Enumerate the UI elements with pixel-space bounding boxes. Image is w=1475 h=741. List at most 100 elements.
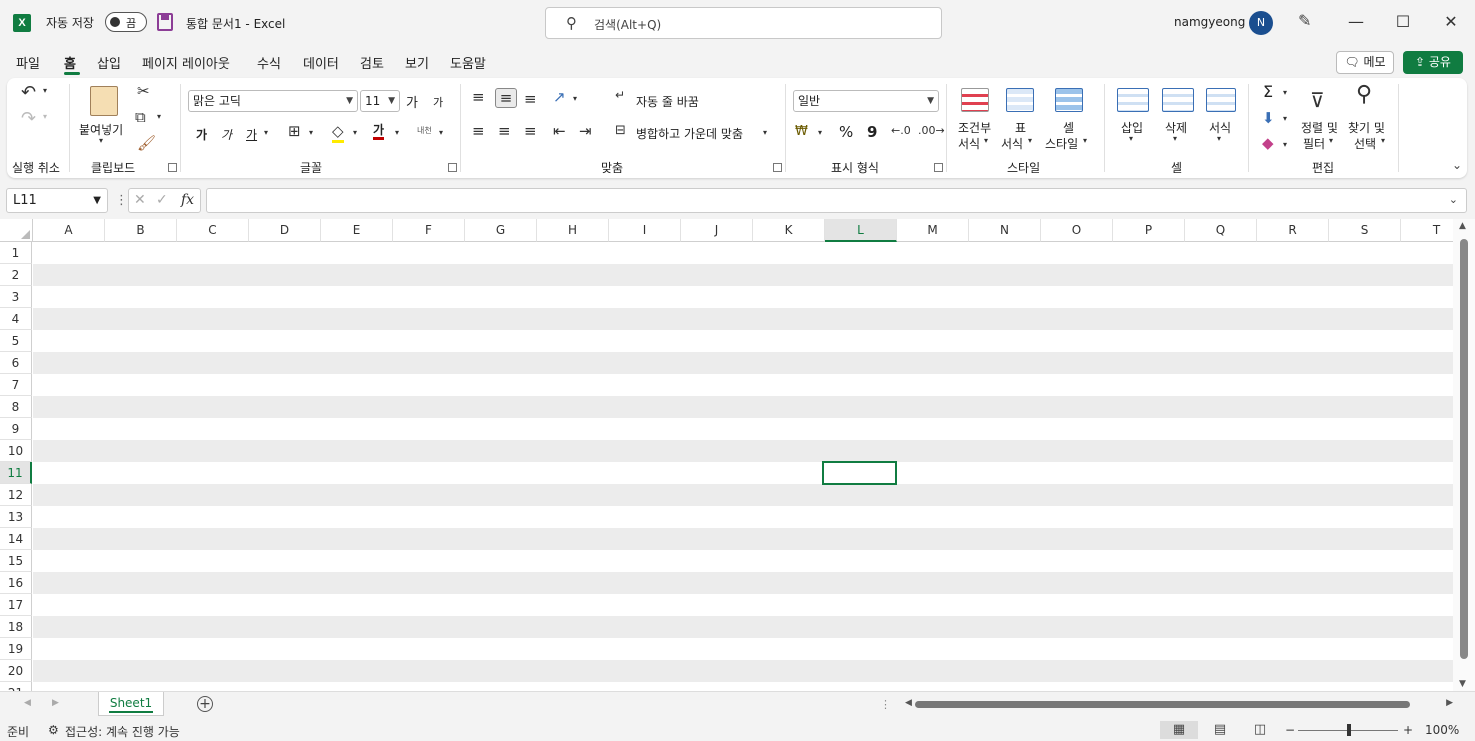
collapse-ribbon-icon[interactable]: ⌄ — [1452, 158, 1462, 172]
chevron-down-icon[interactable]: ▾ — [43, 112, 47, 121]
dialog-launcher-icon[interactable] — [773, 163, 782, 172]
decrease-decimal-icon[interactable]: .00→ — [918, 124, 945, 137]
tab-review[interactable]: 검토 — [360, 53, 384, 72]
row-header[interactable]: 9 — [0, 418, 32, 440]
sheet-tab-sheet1[interactable]: Sheet1 — [98, 692, 164, 716]
align-middle-icon[interactable]: ≡ — [495, 88, 517, 108]
scroll-up-icon[interactable]: ▲ — [1459, 221, 1466, 231]
zoom-in-button[interactable]: + — [1403, 723, 1413, 737]
maximize-button[interactable]: ☐ — [1393, 12, 1413, 31]
row-header[interactable]: 15 — [0, 550, 32, 572]
chevron-down-icon[interactable]: ▾ — [395, 128, 399, 137]
scroll-left-icon[interactable]: ◀ — [905, 698, 912, 708]
chevron-down-icon[interactable]: ⌄ — [1449, 193, 1458, 206]
copy-icon[interactable]: ⧉ — [135, 108, 146, 126]
dialog-launcher-icon[interactable] — [168, 163, 177, 172]
merge-center-button[interactable]: 병합하고 가운데 맞춤 — [636, 125, 743, 142]
chevron-down-icon[interactable]: ▾ — [309, 128, 313, 137]
find-select-icon[interactable]: ⚲ — [1356, 82, 1372, 107]
row-header[interactable]: 7 — [0, 374, 32, 396]
column-header[interactable]: O — [1041, 219, 1113, 242]
chevron-down-icon[interactable]: ▾ — [43, 86, 47, 95]
table-row[interactable] — [33, 440, 1453, 462]
conditional-format-label-2[interactable]: 서식 — [958, 135, 980, 152]
column-header[interactable]: I — [609, 219, 681, 242]
row-header[interactable]: 20 — [0, 660, 32, 682]
find-select-label-2[interactable]: 선택 — [1354, 135, 1376, 152]
column-header[interactable]: Q — [1185, 219, 1257, 242]
conditional-format-label-1[interactable]: 조건부 — [958, 119, 991, 136]
cut-icon[interactable]: ✂ — [137, 82, 150, 100]
minimize-button[interactable]: — — [1346, 12, 1366, 31]
decrease-indent-icon[interactable]: ⇤ — [553, 122, 566, 140]
table-row[interactable] — [33, 682, 1453, 691]
font-name-select[interactable]: 맑은 고딕 ▼ — [188, 90, 358, 112]
row-header[interactable]: 6 — [0, 352, 32, 374]
column-header[interactable]: B — [105, 219, 177, 242]
bold-button[interactable]: 가 — [196, 126, 207, 143]
chevron-down-icon[interactable]: ▾ — [264, 128, 268, 137]
vertical-scroll-thumb[interactable] — [1460, 239, 1468, 659]
column-header[interactable]: E — [321, 219, 393, 242]
scroll-right-icon[interactable]: ▶ — [1446, 698, 1453, 708]
chevron-down-icon[interactable]: ▾ — [1129, 134, 1133, 143]
undo-icon[interactable]: ↶ — [21, 82, 36, 103]
tab-help[interactable]: 도움말 — [450, 53, 486, 72]
table-row[interactable] — [33, 638, 1453, 660]
column-header[interactable]: R — [1257, 219, 1329, 242]
column-header[interactable]: N — [969, 219, 1041, 242]
chevron-down-icon[interactable]: ▾ — [1083, 136, 1087, 145]
zoom-slider-thumb[interactable] — [1347, 724, 1351, 736]
borders-icon[interactable]: ⊞ — [288, 122, 301, 140]
tab-page-layout[interactable]: 페이지 레이아웃 — [142, 53, 230, 72]
prev-sheet-icon[interactable]: ◀ — [24, 698, 31, 708]
underline-button[interactable]: 가 — [246, 126, 257, 143]
redo-icon[interactable]: ↷ — [21, 108, 36, 129]
insert-cells-icon[interactable] — [1117, 88, 1149, 112]
chevron-down-icon[interactable]: ▾ — [1381, 136, 1385, 145]
table-row[interactable] — [33, 242, 1453, 264]
tab-home[interactable]: 홈 — [64, 53, 76, 72]
splitter-handle[interactable]: ⋮ — [880, 698, 891, 711]
table-row[interactable] — [33, 264, 1453, 286]
phonetic-button[interactable]: 내천 — [417, 125, 432, 136]
paste-icon[interactable] — [90, 86, 118, 116]
table-row[interactable] — [33, 308, 1453, 330]
align-center-icon[interactable]: ≡ — [498, 122, 511, 140]
find-select-label-1[interactable]: 찾기 및 — [1348, 119, 1385, 136]
chevron-down-icon[interactable]: ▾ — [157, 112, 161, 121]
horizontal-scrollbar[interactable]: ◀ ▶ — [905, 698, 1453, 710]
row-header[interactable]: 5 — [0, 330, 32, 352]
table-row[interactable] — [33, 374, 1453, 396]
table-row[interactable] — [33, 330, 1453, 352]
comments-button[interactable]: 🗨 메모 — [1336, 51, 1394, 74]
fill-icon[interactable]: ⬇ — [1262, 109, 1275, 127]
row-header[interactable]: 1 — [0, 242, 32, 264]
cell-styles-label-1[interactable]: 셀 — [1063, 119, 1074, 136]
vertical-scrollbar[interactable]: ▲ ▼ — [1453, 219, 1475, 691]
selected-cell[interactable] — [822, 461, 897, 485]
format-table-label-1[interactable]: 표 — [1015, 119, 1026, 136]
clear-icon[interactable]: ◆ — [1262, 134, 1274, 152]
cancel-icon[interactable]: ✕ — [134, 192, 146, 208]
chevron-down-icon[interactable]: ▾ — [1028, 136, 1032, 145]
row-header[interactable]: 10 — [0, 440, 32, 462]
column-header[interactable]: G — [465, 219, 537, 242]
column-header[interactable]: S — [1329, 219, 1401, 242]
row-header[interactable]: 21 — [0, 682, 32, 691]
share-button[interactable]: ⇪ 공유 — [1403, 51, 1463, 74]
column-header[interactable]: F — [393, 219, 465, 242]
orientation-icon[interactable]: ↗ — [553, 88, 566, 106]
search-box[interactable]: ⚲ 검색(Alt+Q) — [545, 7, 942, 39]
table-row[interactable] — [33, 396, 1453, 418]
table-row[interactable] — [33, 616, 1453, 638]
autosum-icon[interactable]: Σ — [1263, 82, 1273, 101]
align-top-icon[interactable]: ≡ — [472, 88, 485, 106]
row-header[interactable]: 16 — [0, 572, 32, 594]
fill-color-icon[interactable]: ◇ — [332, 122, 344, 143]
tab-formulas[interactable]: 수식 — [257, 53, 281, 72]
tab-insert[interactable]: 삽입 — [97, 53, 121, 72]
sort-filter-label-1[interactable]: 정렬 및 — [1301, 119, 1338, 136]
align-bottom-icon[interactable]: ≡ — [524, 90, 537, 108]
font-shrink-button[interactable]: 가 — [433, 94, 443, 110]
